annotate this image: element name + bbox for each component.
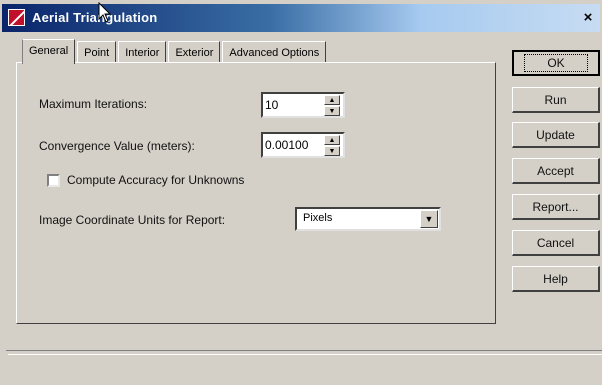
max-iterations-label: Maximum Iterations: <box>39 97 148 111</box>
spin-up-icon[interactable]: ▲ <box>324 95 340 105</box>
max-iterations-input[interactable] <box>265 96 319 114</box>
help-button[interactable]: Help <box>512 266 600 292</box>
status-text <box>8 354 602 385</box>
convergence-stepper[interactable]: ▲ ▼ <box>261 132 345 158</box>
compute-accuracy-checkbox[interactable] <box>47 174 60 187</box>
convergence-spin-buttons: ▲ ▼ <box>324 135 342 157</box>
cancel-button[interactable]: Cancel <box>512 230 600 256</box>
image-units-select[interactable]: Pixels ▼ <box>295 207 441 231</box>
status-bar <box>6 350 602 385</box>
max-iterations-spin-buttons: ▲ ▼ <box>324 95 342 117</box>
chevron-down-icon[interactable]: ▼ <box>420 210 438 228</box>
image-units-label: Image Coordinate Units for Report: <box>39 213 226 227</box>
ok-button[interactable]: OK <box>512 50 600 76</box>
tab-general[interactable]: General <box>22 39 76 64</box>
tab-advanced-options[interactable]: Advanced Options <box>222 41 327 63</box>
general-tab-panel: Maximum Iterations: ▲ ▼ Convergence Valu… <box>16 62 496 324</box>
tab-strip: General Point Interior Exterior Advanced… <box>22 39 328 64</box>
update-button[interactable]: Update <box>512 122 600 148</box>
run-button[interactable]: Run <box>512 87 600 113</box>
image-units-value: Pixels <box>303 212 333 224</box>
title-bar[interactable]: Aerial Triangulation × <box>2 4 600 32</box>
accept-button[interactable]: Accept <box>512 158 600 184</box>
compute-accuracy-label: Compute Accuracy for Unknowns <box>67 173 245 187</box>
close-icon[interactable]: × <box>580 10 596 26</box>
convergence-input[interactable] <box>265 136 319 154</box>
convergence-label: Convergence Value (meters): <box>39 139 195 153</box>
spin-up-icon[interactable]: ▲ <box>324 135 340 145</box>
tab-point[interactable]: Point <box>77 41 117 63</box>
app-icon <box>8 9 25 26</box>
mouse-pointer-icon <box>98 2 112 23</box>
report-button[interactable]: Report... <box>512 194 600 220</box>
tab-exterior[interactable]: Exterior <box>168 41 221 63</box>
spin-down-icon[interactable]: ▼ <box>324 106 340 116</box>
spin-down-icon[interactable]: ▼ <box>324 146 340 156</box>
window-title: Aerial Triangulation <box>32 10 158 25</box>
tab-interior[interactable]: Interior <box>118 41 167 63</box>
ok-button-label: OK <box>524 54 588 72</box>
aerial-triangulation-dialog: Aerial Triangulation × General Point Int… <box>0 0 602 385</box>
max-iterations-stepper[interactable]: ▲ ▼ <box>261 92 345 118</box>
